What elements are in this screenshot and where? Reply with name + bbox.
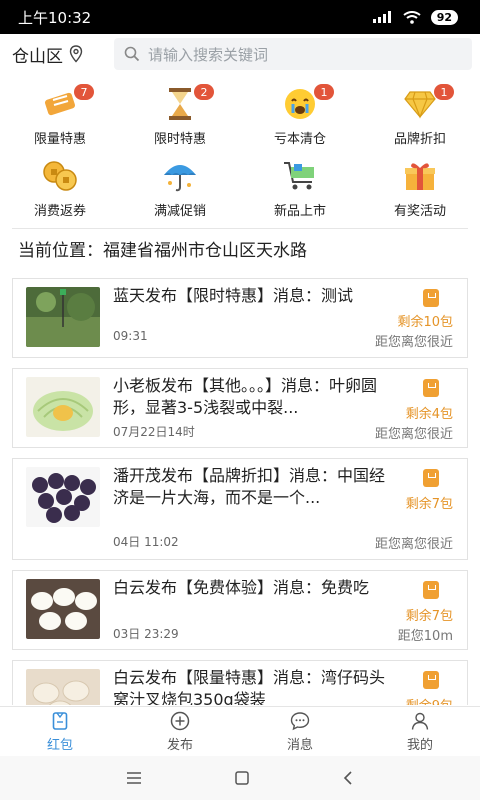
category-item[interactable]: 有奖活动 — [360, 154, 480, 226]
category-item[interactable]: 1 品牌折扣 — [360, 82, 480, 154]
search-input[interactable]: 请输入搜索关键词 — [114, 38, 472, 70]
post-time: 04日 11:02 — [113, 535, 179, 549]
category-label: 新品上市 — [273, 204, 326, 219]
post-distance: 距您离您很近 — [374, 335, 453, 350]
category-badge: 1 — [434, 84, 454, 100]
post-title: 蓝天发布【限时特惠】消息：测试 — [113, 286, 354, 305]
chat-icon — [290, 711, 310, 730]
category-label: 满减促销 — [153, 204, 206, 219]
post-thumbnail — [26, 377, 100, 437]
post-thumbnail — [26, 467, 100, 527]
status-time: 上午10:32 — [18, 8, 92, 27]
location-pin-icon — [69, 45, 83, 63]
red-packet-icon — [423, 671, 439, 689]
post-thumbnail — [26, 579, 100, 639]
search-placeholder: 请输入搜索关键词 — [148, 45, 269, 64]
system-nav-bar — [0, 756, 480, 800]
category-badge: 1 — [314, 84, 334, 100]
plus-circle-icon — [170, 711, 190, 730]
category-label: 限时特惠 — [153, 132, 206, 147]
menu-icon[interactable] — [125, 771, 143, 785]
post-card[interactable]: 小老板发布【其他。。。】消息：叶卵圆形，显著3-5浅裂或中裂... 07月22日… — [12, 368, 468, 448]
tab-label: 发布 — [166, 737, 193, 753]
post-card[interactable]: 白云发布【限量特惠】消息：湾仔码头窝汁叉烧包350g袋装 剩余9包 — [12, 660, 468, 705]
red-packet-icon — [52, 711, 68, 730]
city-selector[interactable]: 仓山区 — [12, 42, 114, 67]
category-badge: 7 — [74, 84, 94, 100]
post-distance: 距您离您很近 — [374, 427, 453, 442]
post-remaining: 剩余7包 — [405, 609, 453, 624]
post-distance: 距您离您很近 — [374, 537, 453, 552]
search-icon — [124, 46, 140, 62]
post-list: 蓝天发布【限时特惠】消息：测试 09:31 剩余10包 距您离您很近 小老板发布… — [0, 268, 480, 705]
post-title: 小老板发布【其他。。。】消息：叶卵圆形，显著3-5浅裂或中裂... — [113, 376, 378, 417]
status-icons: 92 — [372, 9, 458, 25]
tab-publish[interactable]: 发布 — [120, 707, 240, 756]
post-card[interactable]: 蓝天发布【限时特惠】消息：测试 09:31 剩余10包 距您离您很近 — [12, 278, 468, 358]
post-title: 白云发布【限量特惠】消息：湾仔码头窝汁叉烧包350g袋装 — [113, 668, 386, 705]
person-icon — [411, 712, 429, 730]
city-label: 仓山区 — [12, 46, 63, 67]
signal-icon — [372, 11, 391, 23]
coins-icon — [40, 158, 80, 194]
tab-red-packet[interactable]: 红包 — [0, 707, 120, 756]
post-title: 白云发布【免费体验】消息：免费吃 — [113, 578, 370, 597]
tab-mine[interactable]: 我的 — [360, 707, 480, 756]
umbrella-icon — [160, 158, 200, 194]
category-item[interactable]: 2 限时特惠 — [120, 82, 240, 154]
post-remaining: 剩余9包 — [406, 695, 453, 705]
tab-label: 红包 — [46, 737, 73, 753]
category-item[interactable]: 满减促销 — [120, 154, 240, 226]
post-distance: 距您10m — [397, 629, 453, 644]
bottom-tab-bar: 红包 发布 消息 我的 — [0, 706, 480, 756]
red-packet-icon — [423, 289, 439, 307]
category-item[interactable]: 7 限量特惠 — [0, 82, 120, 154]
category-label: 消费返券 — [33, 204, 86, 219]
post-remaining: 剩余10包 — [397, 315, 453, 330]
post-card[interactable]: 潘开茂发布【品牌折扣】消息：中国经济是一片大海，而不是一个... 04日 11:… — [12, 458, 468, 560]
post-title: 潘开茂发布【品牌折扣】消息：中国经济是一片大海，而不是一个... — [113, 466, 386, 507]
tab-messages[interactable]: 消息 — [240, 707, 360, 756]
tab-label: 消息 — [286, 737, 313, 753]
current-location: 当前位置：福建省福州市仓山区天水路 — [18, 241, 307, 261]
post-time: 09:31 — [113, 329, 148, 343]
post-remaining: 剩余4包 — [405, 407, 453, 422]
wifi-icon — [403, 10, 421, 24]
post-thumbnail — [26, 669, 100, 705]
status-bar: 上午10:32 92 — [0, 0, 480, 34]
category-item[interactable]: 消费返券 — [0, 154, 120, 226]
battery-icon: 92 — [430, 9, 458, 25]
red-packet-icon — [423, 379, 439, 397]
gift-icon — [400, 158, 440, 194]
post-remaining: 剩余7包 — [405, 497, 453, 512]
back-icon[interactable] — [341, 770, 355, 786]
category-label: 限量特惠 — [33, 132, 86, 147]
post-thumbnail — [26, 287, 100, 347]
tab-label: 我的 — [406, 737, 433, 753]
category-item[interactable]: 1 亏本清仓 — [240, 82, 360, 154]
category-item[interactable]: 新品上市 — [240, 154, 360, 226]
category-label: 亏本清仓 — [273, 132, 326, 147]
category-label: 品牌折扣 — [393, 132, 446, 147]
post-time: 03日 23:29 — [113, 627, 179, 641]
home-icon[interactable] — [234, 770, 250, 786]
divider — [12, 228, 468, 229]
header: 仓山区 请输入搜索关键词 — [0, 34, 480, 74]
category-badge: 2 — [194, 84, 214, 100]
post-card[interactable]: 白云发布【免费体验】消息：免费吃 03日 23:29 剩余7包 距您10m — [12, 570, 468, 650]
red-packet-icon — [423, 469, 439, 487]
red-packet-icon — [423, 581, 439, 599]
post-time: 07月22日14时 — [113, 425, 195, 439]
category-grid: 7 限量特惠 2 限时特惠 1 亏本清仓 1 品牌折扣 消费返券 满减促销 新品… — [0, 82, 480, 228]
category-label: 有奖活动 — [393, 204, 446, 219]
shopping-cart-icon — [280, 158, 320, 194]
